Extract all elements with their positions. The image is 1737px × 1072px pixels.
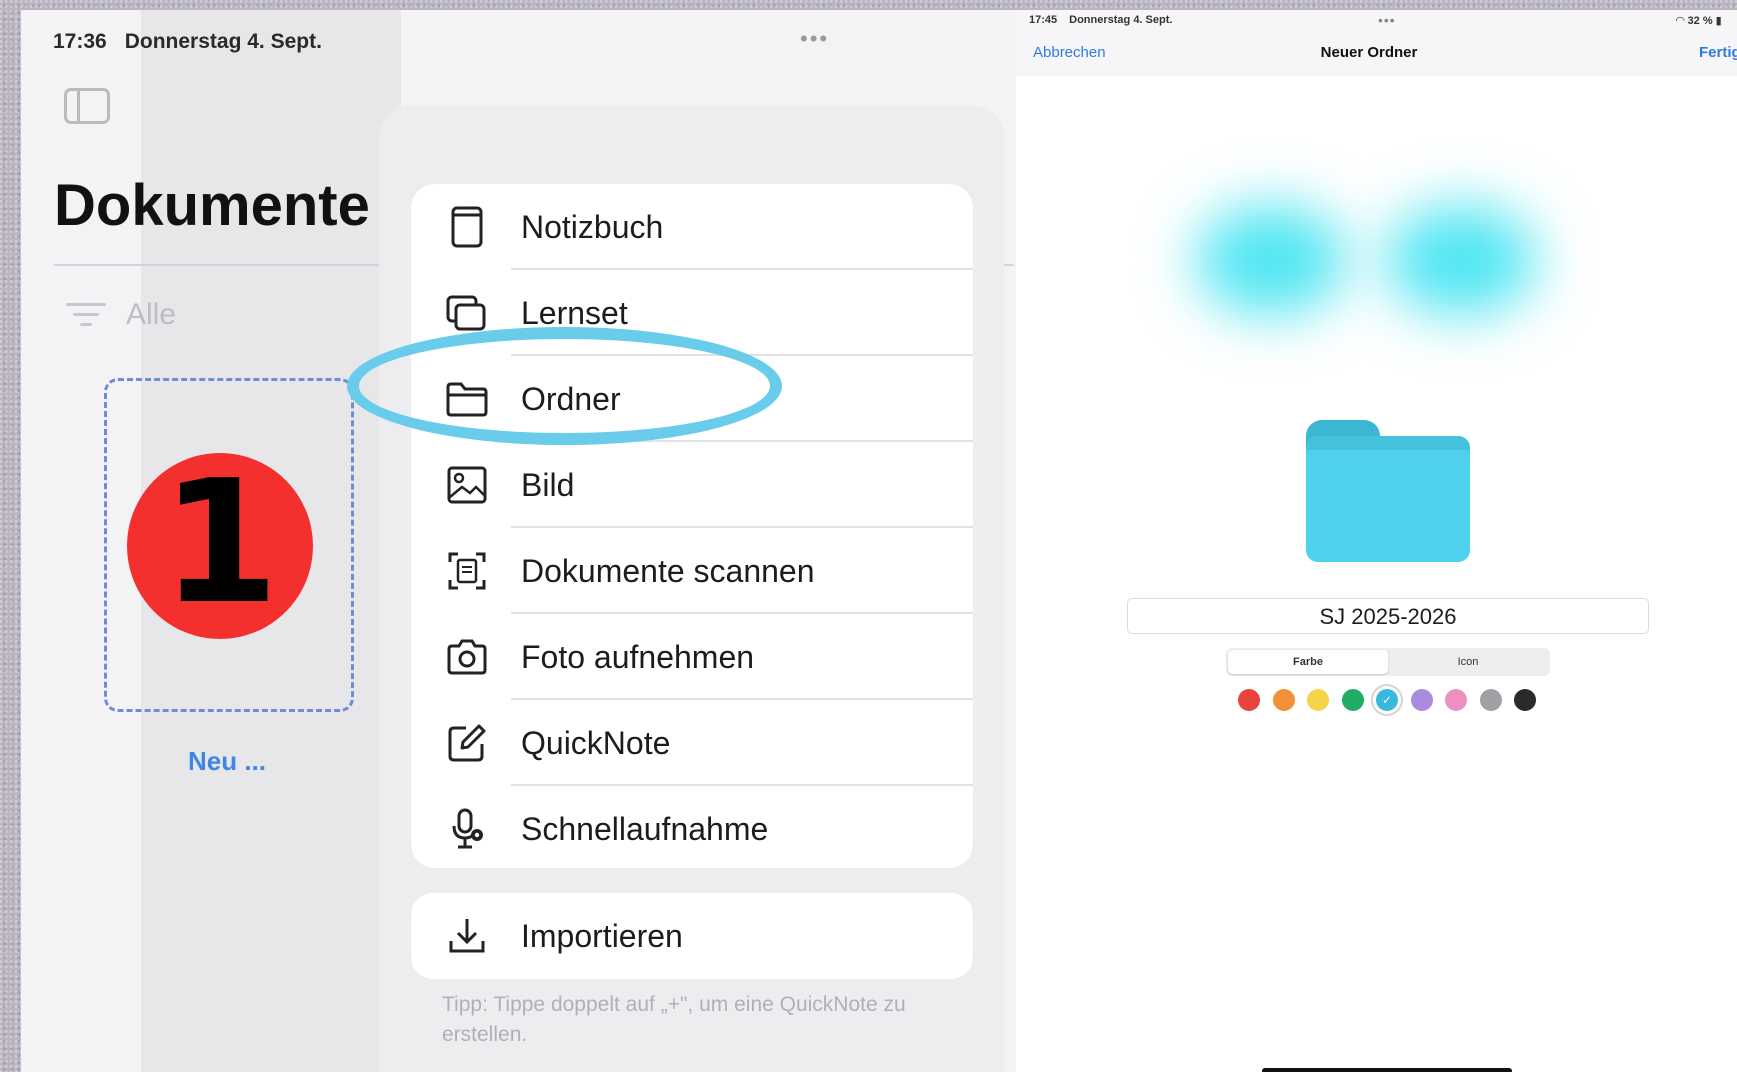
page-title: Dokumente — [54, 173, 370, 238]
color-swatch[interactable] — [1410, 689, 1433, 711]
menu-item-quicknote[interactable]: QuickNote — [411, 700, 973, 786]
new-folder-sheet: 17:45 Donnerstag 4. Sept. ••• ◠ 32 % ▮ Ab… — [1016, 10, 1737, 1072]
color-swatches: ✓ — [1238, 689, 1549, 711]
sidebar-toggle-icon[interactable] — [64, 88, 110, 124]
tip-text: Tipp: Tippe doppelt auf „+", um eine Qui… — [442, 993, 906, 1046]
battery-icon: ▮ — [1715, 15, 1722, 27]
home-indicator — [1262, 1068, 1512, 1072]
menu-item-label: Dokumente scannen — [521, 552, 815, 589]
menu-item-label: Schnellaufnahme — [521, 810, 769, 847]
microphone-icon — [441, 803, 493, 855]
color-swatch[interactable] — [1514, 689, 1536, 711]
folder-name-input[interactable]: SJ 2025-2026 — [1127, 598, 1649, 634]
segment-color[interactable]: Farbe — [1228, 650, 1388, 674]
status-date: Donnerstag 4. Sept. — [124, 30, 322, 53]
color-swatch[interactable] — [1272, 689, 1295, 711]
menu-item-notebook[interactable]: Notizbuch — [411, 184, 973, 270]
camera-icon — [441, 631, 493, 683]
status-time: 17:36 — [53, 30, 107, 53]
filter-button[interactable]: Alle — [66, 298, 176, 332]
color-swatch[interactable] — [1445, 689, 1467, 711]
status-bar-left: 17:36 Donnerstag 4. Sept. — [53, 30, 322, 54]
filter-icon — [66, 299, 106, 331]
status-bar-right: 17:45 Donnerstag 4. Sept. — [1029, 14, 1172, 26]
color-icon-segmented-control[interactable]: Farbe Icon — [1226, 648, 1550, 676]
new-document-label[interactable]: Neu ... — [188, 746, 266, 777]
done-button[interactable]: Fertig — [1699, 44, 1737, 61]
step-number: 1 — [160, 444, 280, 642]
new-item-menu: Notizbuch Lernset Ordner Bild Dokumente … — [411, 184, 973, 868]
sheet-title: Neuer Ordner — [1320, 44, 1418, 61]
battery-status: ◠ 32 % ▮ — [1676, 14, 1722, 27]
menu-item-image[interactable]: Bild — [411, 442, 973, 528]
download-icon — [441, 910, 493, 962]
menu-item-label: Lernset — [521, 294, 628, 331]
highlight-annotation — [347, 327, 782, 445]
color-swatch[interactable]: ✓ — [1376, 689, 1398, 711]
menu-item-import[interactable]: Importieren — [411, 893, 973, 979]
menu-item-label: Notizbuch — [521, 208, 664, 245]
battery-percent: 32 % — [1687, 15, 1713, 27]
scan-icon — [441, 545, 493, 597]
checkmark-icon: ✓ — [1381, 693, 1393, 707]
quicknote-icon — [441, 717, 493, 769]
notebook-icon — [441, 201, 493, 253]
menu-item-label: Bild — [521, 466, 575, 503]
status-time: 17:45 — [1029, 14, 1058, 26]
step-marker: 1 — [127, 453, 313, 639]
multitasking-dots[interactable]: ••• — [800, 26, 829, 52]
menu-item-scan[interactable]: Dokumente scannen — [411, 528, 973, 614]
multitasking-dots[interactable]: ••• — [1378, 12, 1396, 28]
blurred-decoration — [1196, 205, 1346, 315]
menu-item-take-photo[interactable]: Foto aufnehmen — [411, 614, 973, 700]
filter-label: Alle — [126, 298, 177, 331]
color-swatch[interactable] — [1307, 689, 1329, 711]
wifi-icon: ◠ — [1676, 15, 1685, 27]
image-icon — [441, 459, 493, 511]
color-swatch[interactable] — [1238, 689, 1260, 711]
menu-item-label: QuickNote — [521, 724, 671, 761]
import-label: Importieren — [521, 917, 683, 954]
menu-item-quick-recording[interactable]: Schnellaufnahme — [411, 786, 973, 872]
menu-item-label: Foto aufnehmen — [521, 638, 755, 675]
segment-icon[interactable]: Icon — [1388, 650, 1548, 674]
status-date: Donnerstag 4. Sept. — [1069, 14, 1173, 26]
folder-preview-icon — [1306, 420, 1470, 562]
color-swatch[interactable] — [1341, 689, 1364, 711]
blurred-decoration — [1386, 205, 1536, 315]
color-swatch[interactable] — [1479, 689, 1502, 711]
